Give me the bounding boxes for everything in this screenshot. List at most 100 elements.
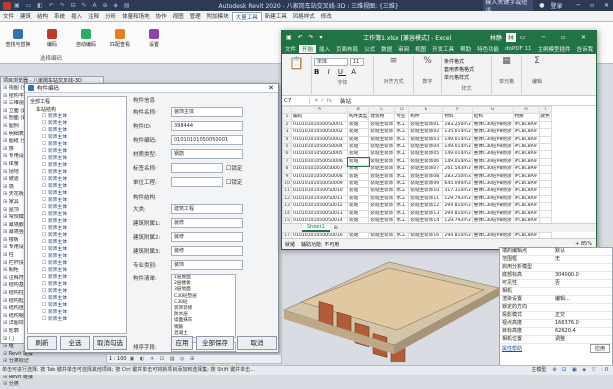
sub-category-1-field[interactable]: 装修: [171, 218, 243, 228]
ribbon-tab[interactable]: 插入: [68, 12, 85, 20]
fx-icon[interactable]: ✕ ✓ fx: [310, 98, 336, 104]
excel-tab[interactable]: 页面布局: [333, 45, 361, 53]
table-cell[interactable]: 317.310m3: [442, 187, 473, 196]
table-cell[interactable]: 水工: [394, 157, 410, 167]
table-cell[interactable]: 水工: [394, 194, 410, 204]
table-cell[interactable]: [538, 120, 552, 130]
property-value[interactable]: 正交: [555, 312, 565, 319]
font-style-buttons[interactable]: B I U A: [314, 68, 371, 76]
table-cell[interactable]: 149.014m3: [442, 135, 473, 145]
table-cell[interactable]: 装站: [346, 172, 370, 182]
table-cell[interactable]: 整体C30砼P8防渗: [471, 120, 514, 130]
header-cell[interactable]: 结构: [471, 113, 514, 122]
property-row[interactable]: 底部标高 304000.0: [500, 272, 612, 280]
table-cell[interactable]: 129.792m3: [442, 194, 473, 204]
header-cell[interactable]: 建筑物: [368, 113, 396, 122]
ribbon-tab[interactable]: 新建工具: [262, 12, 290, 20]
save-all-button[interactable]: 全部保存: [196, 336, 234, 350]
table-cell[interactable]: #C8C8A9: [512, 172, 540, 182]
table-cell[interactable]: 整体C30砼P8防渗: [471, 128, 514, 137]
table-cell[interactable]: 01010101050050003: [291, 135, 348, 145]
tree-item[interactable]: ☐ 装饰主体: [42, 148, 126, 155]
table-cell[interactable]: 水工: [394, 165, 410, 174]
table-cell[interactable]: 整体C30砼P8防渗: [471, 209, 514, 219]
excel-tab[interactable]: doPDF 11: [502, 46, 534, 52]
table-cell[interactable]: #C8C8A9: [512, 143, 540, 152]
excel-tab[interactable]: 帮助: [457, 45, 474, 53]
table-cell[interactable]: 149.014m3: [442, 143, 473, 152]
property-value[interactable]: 166376.0: [555, 320, 579, 327]
cancel-button[interactable]: 取消: [237, 336, 277, 350]
dialog-close-icon[interactable]: ✕: [268, 84, 274, 92]
ribbon-tab[interactable]: 视图: [170, 12, 187, 20]
table-cell[interactable]: 装站: [346, 202, 370, 211]
table-cell[interactable]: #C8C8A9: [512, 157, 540, 167]
tree-item[interactable]: ☐ 装饰主体: [42, 260, 126, 267]
component-id-field[interactable]: 398444: [171, 121, 243, 131]
column-header[interactable]: H: [512, 105, 540, 115]
table-cell[interactable]: 01010101050050007: [291, 165, 348, 174]
table-cell[interactable]: 水工: [394, 187, 410, 196]
window-controls[interactable]: ─ ▫ ✕: [576, 2, 613, 9]
table-cell[interactable]: 水工: [394, 150, 410, 159]
tree-item[interactable]: ☐ 装饰主体: [42, 267, 126, 274]
ribbon-tab[interactable]: 体量和场地: [119, 12, 153, 20]
tree-item[interactable]: ☐ 装饰主体: [42, 295, 126, 302]
table-cell[interactable]: 整体C30砼P8防渗: [471, 194, 514, 204]
table-cell[interactable]: 149.014m3: [442, 150, 473, 159]
row-number[interactable]: 10: [282, 180, 292, 189]
row-number[interactable]: 8: [282, 165, 292, 174]
table-cell[interactable]: 装站主装饰: [368, 157, 396, 167]
table-cell[interactable]: [538, 150, 552, 159]
table-cell[interactable]: 整体C30砼P8防渗: [471, 180, 514, 189]
table-cell[interactable]: 装站主装饰: [368, 120, 396, 130]
table-cell[interactable]: [538, 187, 552, 196]
table-cell[interactable]: 装站主装饰: [368, 202, 396, 211]
font-name-box[interactable]: 宋体: [314, 57, 348, 66]
formula-bar[interactable]: 装站: [336, 97, 351, 105]
table-cell[interactable]: #C8C8A9: [512, 150, 540, 159]
ribbon-tab[interactable]: 结构: [34, 12, 51, 20]
row-number[interactable]: 2: [282, 120, 292, 130]
row-number[interactable]: 9: [282, 172, 292, 182]
table-cell[interactable]: 装站主装饰: [368, 187, 396, 196]
property-row[interactable]: 启用分析模型: [500, 264, 612, 272]
ribbon-tab[interactable]: 修改: [318, 12, 335, 20]
tree-item[interactable]: ☐ 装饰主体: [42, 232, 126, 239]
table-cell[interactable]: 装站主装饰07: [408, 165, 444, 174]
table-cell[interactable]: #C8C8A9: [512, 194, 540, 204]
table-cell[interactable]: 装站主装饰: [368, 135, 396, 145]
table-cell[interactable]: 装站: [346, 209, 370, 219]
table-cell[interactable]: #C8C8A9: [512, 120, 540, 130]
ribbon-tool[interactable]: 编码: [38, 27, 66, 48]
table-cell[interactable]: 283.250m3: [442, 172, 473, 182]
property-value[interactable]: 否: [555, 280, 560, 287]
tree-item[interactable]: ☐ 装饰主体: [42, 239, 126, 246]
table-cell[interactable]: 装站主装饰06: [408, 157, 444, 167]
table-cell[interactable]: 01010101050050002: [291, 128, 348, 137]
paste-icon[interactable]: 📋: [282, 55, 312, 94]
table-cell[interactable]: 294.810m3: [442, 209, 473, 219]
excel-tab[interactable]: 审阅: [395, 45, 412, 53]
property-row[interactable]: 相机: [500, 288, 612, 296]
view-control-icons[interactable]: ▣ ◐ ☀ ⊡ ▨ ◎ ⊞: [130, 356, 197, 362]
style-button[interactable]: 套用表格格式: [444, 66, 489, 74]
property-row[interactable]: 范围框 无: [500, 256, 612, 264]
table-cell[interactable]: 装站: [346, 180, 370, 189]
table-cell[interactable]: 装站主装饰02: [408, 128, 444, 137]
excel-tab[interactable]: 插入: [316, 45, 333, 53]
table-cell[interactable]: 装站主装饰: [368, 150, 396, 159]
property-row[interactable]: 投影模式 正交: [500, 312, 612, 320]
table-cell[interactable]: 装站: [346, 157, 370, 167]
header-cell[interactable]: 颜色: [538, 113, 552, 122]
excel-tab[interactable]: 视图: [412, 45, 429, 53]
table-cell[interactable]: 整体C30砼P8防渗: [471, 165, 514, 174]
table-cell[interactable]: #C8C8A9: [512, 202, 540, 211]
table-cell[interactable]: 水工: [394, 172, 410, 182]
column-header[interactable]: F: [442, 105, 473, 115]
table-cell[interactable]: [538, 128, 552, 137]
tree-item[interactable]: ☐ 装饰主体: [42, 176, 126, 183]
property-value[interactable]: 62620.4: [555, 328, 576, 335]
table-cell[interactable]: 01010101050050008: [291, 172, 348, 182]
unit-project-field[interactable]: [171, 177, 223, 187]
